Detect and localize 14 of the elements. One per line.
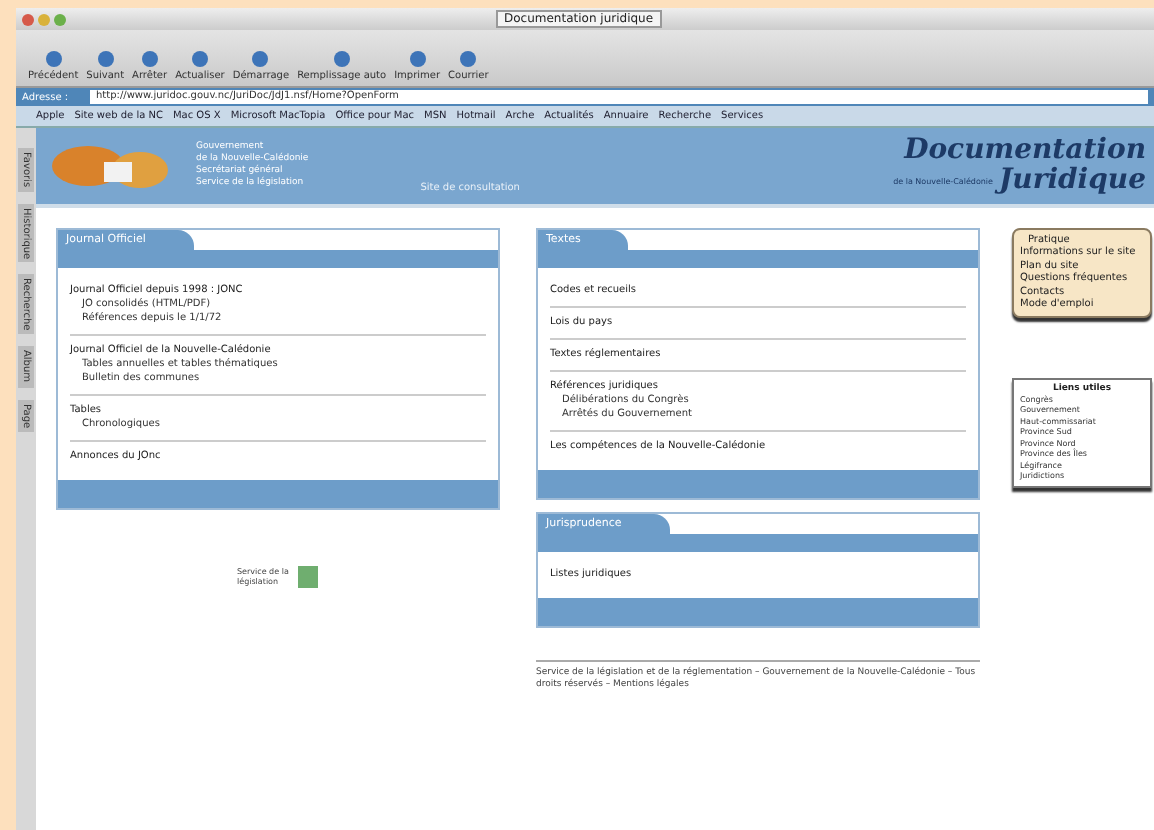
toolbar-icon xyxy=(93,50,118,68)
site-subtitle: Juridique xyxy=(999,166,1146,196)
partner-logo-icon xyxy=(295,562,319,590)
toolbar-icon xyxy=(137,50,162,68)
toolbar-icon xyxy=(187,50,212,68)
toolbar-icon xyxy=(456,50,481,68)
toolbar-icon xyxy=(248,50,273,68)
site-title: Documentation xyxy=(904,136,1146,166)
toolbar-icon xyxy=(405,50,430,68)
toolbar-icon xyxy=(329,50,354,68)
toolbar-icon xyxy=(41,50,66,68)
minimize-icon[interactable] xyxy=(38,13,50,25)
close-icon[interactable] xyxy=(22,13,34,25)
zoom-icon[interactable] xyxy=(54,13,66,25)
